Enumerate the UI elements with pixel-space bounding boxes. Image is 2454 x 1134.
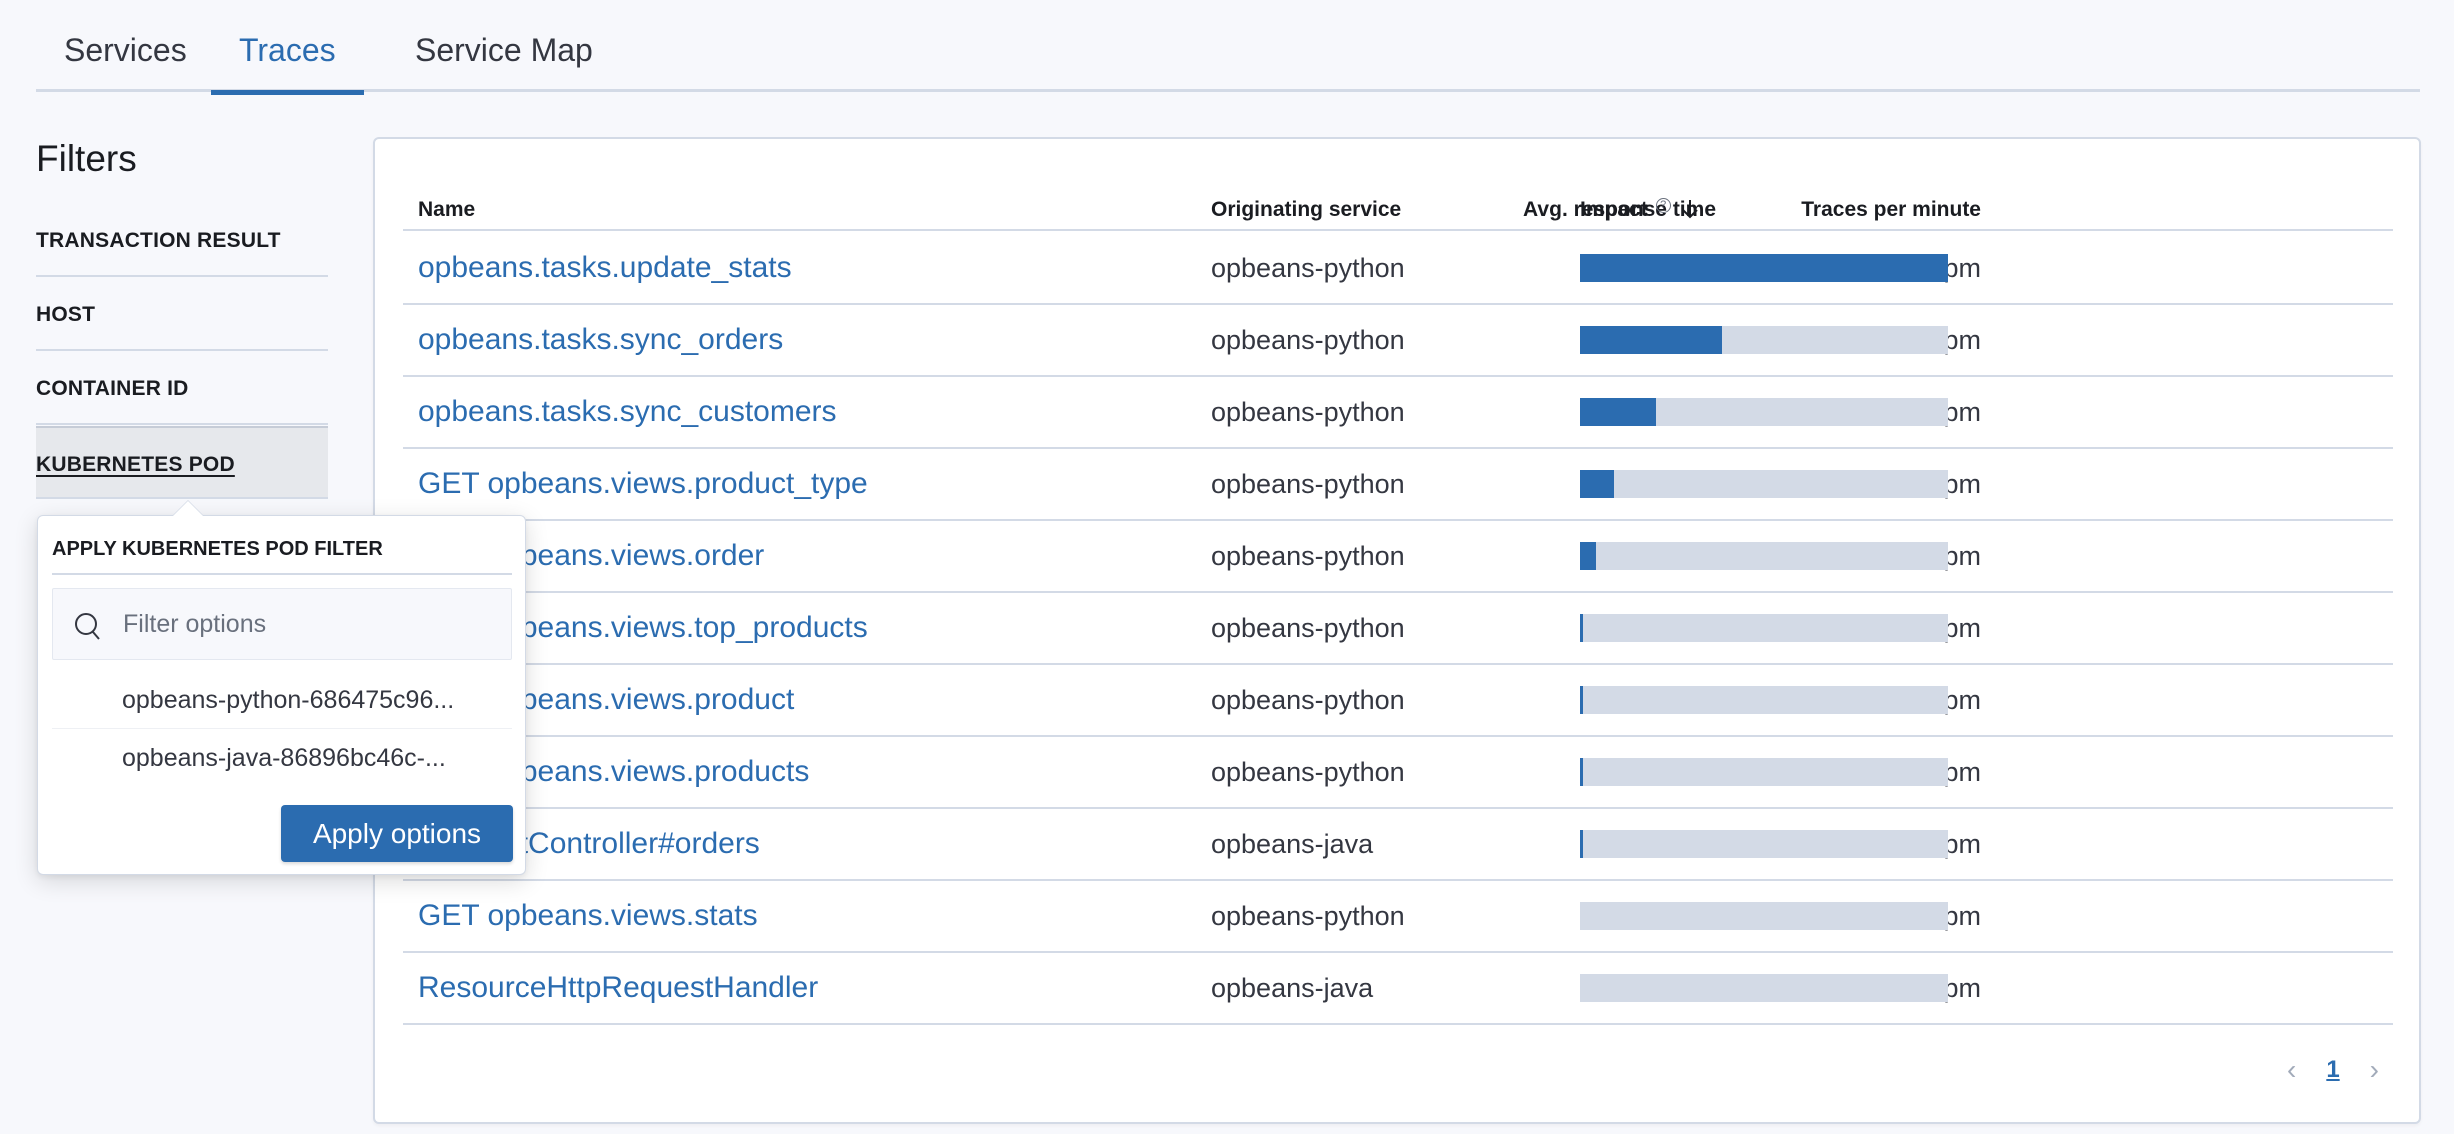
table-row: APIRestController#ordersopbeans-java2,04…	[403, 809, 2393, 881]
page-1-button[interactable]: 1	[2326, 1056, 2339, 1084]
filter-options-input[interactable]	[123, 589, 503, 659]
chevron-right-icon[interactable]: ›	[2370, 1054, 2379, 1086]
filter-options-search[interactable]	[52, 588, 512, 660]
impact-bar-fill	[1580, 326, 1723, 354]
option-opbeans-python-pod[interactable]: opbeans-python-686475c96...	[52, 671, 512, 729]
pagination: ‹ 1 ›	[2287, 1052, 2379, 1088]
traces-panel: Name Originating service Avg. response t…	[373, 137, 2421, 1124]
impact-bar	[1580, 974, 1948, 1002]
tab-service-map[interactable]: Service Map	[387, 26, 621, 92]
filter-transaction-result[interactable]: TRANSACTION RESULT	[36, 204, 328, 277]
filter-host[interactable]: HOST	[36, 278, 328, 351]
kubernetes-pod-filter-popover: APPLY KUBERNETES POD FILTER opbeans-pyth…	[37, 500, 526, 875]
impact-label: Impact	[1580, 198, 1648, 221]
impact-bar-fill	[1580, 254, 1948, 282]
cell-service: opbeans-python	[1211, 613, 1405, 643]
question-circle-icon[interactable]: ?	[1655, 198, 1671, 213]
transaction-link[interactable]: opbeans.tasks.sync_customers	[418, 395, 837, 428]
chevron-left-icon[interactable]: ‹	[2287, 1054, 2296, 1086]
filter-container-id[interactable]: CONTAINER ID	[36, 352, 328, 425]
tab-bar: Services Traces Service Map	[36, 0, 2420, 95]
table-row: opbeans.tasks.update_stats opbeans-python…	[403, 233, 2393, 305]
cell-name: GET opbeans.views.stats	[418, 881, 758, 951]
cell-service: opbeans-python	[1211, 325, 1405, 355]
cell-service: opbeans-python	[1211, 469, 1405, 499]
column-header-service[interactable]: Originating service	[1211, 196, 1401, 224]
impact-bar	[1580, 830, 1948, 858]
arrow-down-icon[interactable]	[1681, 198, 1699, 228]
impact-bar	[1580, 542, 1948, 570]
table-row: opbeans.tasks.sync_ordersopbeans-python4…	[403, 305, 2393, 377]
transaction-link[interactable]: GET opbeans.views.stats	[418, 899, 758, 932]
impact-bar	[1580, 254, 1948, 282]
cell-service: opbeans-java	[1211, 829, 1374, 859]
table-row: GET opbeans.views.statsopbeans-python51 …	[403, 881, 2393, 953]
impact-bar-fill	[1580, 398, 1657, 426]
impact-bar	[1580, 758, 1948, 786]
impact-bar-fill	[1580, 542, 1596, 570]
impact-bar-fill	[1580, 614, 1583, 642]
table-header: Name Originating service Avg. response t…	[403, 196, 2393, 231]
table-row: opbeans.tasks.sync_customers opbeans-pyth…	[403, 377, 2393, 449]
cell-name: opbeans.tasks.update_stats	[418, 233, 792, 303]
search-icon	[73, 611, 103, 646]
filter-kubernetes-pod[interactable]: KUBERNETES POD	[36, 426, 328, 499]
impact-bar	[1580, 902, 1948, 930]
filters-title: Filters	[36, 138, 137, 179]
cell-service: opbeans-python	[1211, 541, 1405, 571]
cell-service: opbeans-python	[1211, 901, 1405, 931]
apply-options-button[interactable]: Apply options	[281, 805, 513, 862]
impact-bar-fill	[1580, 830, 1583, 858]
tab-services[interactable]: Services	[36, 26, 215, 92]
impact-bar	[1580, 326, 1948, 354]
impact-bar	[1580, 614, 1948, 642]
impact-bar-fill	[1580, 470, 1614, 498]
cell-service: opbeans-python	[1211, 685, 1405, 715]
cell-name: GET opbeans.views.product_type	[418, 449, 868, 519]
popover-arrow	[172, 500, 204, 516]
cell-service: opbeans-python	[1211, 397, 1405, 427]
column-header-impact[interactable]: Impact?	[1580, 196, 1699, 228]
impact-bar-fill	[1580, 686, 1583, 714]
transaction-link[interactable]: opbeans.tasks.sync_orders	[418, 323, 783, 356]
table-row: GET opbeans.views.orderopbeans-python15,…	[403, 521, 2393, 593]
column-header-traces-per-minute[interactable]: Traces per minute	[1801, 196, 1981, 224]
column-header-name[interactable]: Name	[418, 196, 475, 224]
impact-bar	[1580, 470, 1948, 498]
table-row: GET opbeans.views.top_products opbeans-py…	[403, 593, 2393, 665]
cell-name: ResourceHttpRequestHandler	[418, 953, 818, 1023]
option-opbeans-java-pod[interactable]: opbeans-java-86896bc46c-...	[52, 729, 512, 787]
transaction-link[interactable]: opbeans.tasks.update_stats	[418, 251, 792, 284]
cell-service: opbeans-python	[1211, 757, 1405, 787]
cell-name: opbeans.tasks.sync_orders	[418, 305, 783, 375]
cell-service: opbeans-java	[1211, 973, 1374, 1003]
impact-bar	[1580, 686, 1948, 714]
cell-service: opbeans-python	[1211, 253, 1405, 283]
table-row: ResourceHttpRequestHandleropbeans-java2.…	[403, 953, 2393, 1025]
transaction-link[interactable]: ResourceHttpRequestHandler	[418, 971, 818, 1004]
impact-bar	[1580, 398, 1948, 426]
table-row: GET opbeans.views.product_type opbeans-py…	[403, 449, 2393, 521]
table-row: GET opbeans.views.products opbeans-python…	[403, 737, 2393, 809]
tab-traces[interactable]: Traces	[211, 26, 364, 95]
impact-bar-fill	[1580, 758, 1583, 786]
cell-name: opbeans.tasks.sync_customers	[418, 377, 837, 447]
transaction-link[interactable]: GET opbeans.views.product_type	[418, 467, 868, 500]
table-row: GET opbeans.views.productopbeans-python7…	[403, 665, 2393, 737]
popover-title: APPLY KUBERNETES POD FILTER	[52, 538, 512, 575]
